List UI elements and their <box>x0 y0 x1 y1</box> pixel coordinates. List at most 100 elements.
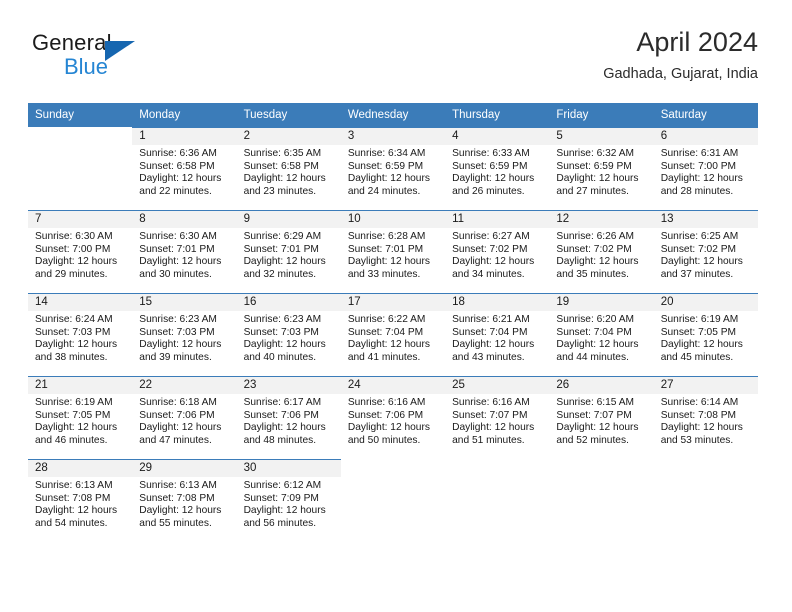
day-number: 14 <box>28 294 133 311</box>
daylight-text-line1: Daylight: 12 hours <box>660 339 743 351</box>
calendar-day-cell[interactable]: 16 Sunrise: 6:23 AM Sunset: 7:03 PM Dayligh… <box>236 293 341 377</box>
page-header: General Blue April 2024 Gadhada, Gujarat… <box>28 26 758 96</box>
daylight-text-line1: Daylight: 12 hours <box>243 173 326 185</box>
calendar-day-cell[interactable]: 27 Sunrise: 6:14 AM Sunset: 7:08 PM Dayligh… <box>653 376 758 460</box>
daylight-text-line1: Daylight: 12 hours <box>556 173 639 185</box>
sunset-text: Sunset: 7:06 PM <box>243 409 319 421</box>
sunset-text: Sunset: 7:07 PM <box>452 409 528 421</box>
sunrise-text: Sunrise: 6:17 AM <box>243 397 322 408</box>
sunrise-text: Sunrise: 6:33 AM <box>452 148 530 159</box>
calendar-day-cell[interactable]: 21 Sunrise: 6:19 AM Sunset: 7:05 PM Dayligh… <box>28 376 133 460</box>
daylight-text-line2: and 35 minutes. <box>556 268 629 280</box>
calendar-day-cell[interactable]: 6 Sunrise: 6:31 AM Sunset: 7:00 PM Daylight… <box>653 127 758 211</box>
calendar-week-row: 14 Sunrise: 6:24 AM Sunset: 7:03 PM Dayligh… <box>28 293 758 377</box>
sunrise-text: Sunrise: 6:19 AM <box>35 397 113 408</box>
sunrise-text: Sunrise: 6:34 AM <box>347 148 426 159</box>
sunset-text: Sunset: 7:03 PM <box>35 326 111 338</box>
sunset-text: Sunset: 7:01 PM <box>243 243 319 255</box>
calendar-week-row: 21 Sunrise: 6:19 AM Sunset: 7:05 PM Dayligh… <box>28 376 758 460</box>
calendar-day-cell[interactable]: 25 Sunrise: 6:16 AM Sunset: 7:07 PM Dayligh… <box>445 376 550 460</box>
sunset-text: Sunset: 7:05 PM <box>660 326 737 338</box>
daylight-text-line1: Daylight: 12 hours <box>452 339 535 351</box>
day-details: Sunrise: 6:23 AM Sunset: 7:03 PM Daylight:… <box>132 311 236 364</box>
sunset-text: Sunset: 7:04 PM <box>347 326 424 338</box>
daylight-text-line1: Daylight: 12 hours <box>35 505 118 517</box>
daylight-text-line2: and 53 minutes. <box>660 434 734 446</box>
calendar-day-cell[interactable]: 1 Sunrise: 6:36 AM Sunset: 6:58 PM Daylight… <box>132 127 237 211</box>
daylight-text-line2: and 51 minutes. <box>452 434 525 446</box>
daylight-text-line1: Daylight: 12 hours <box>452 256 535 268</box>
sunset-text: Sunset: 7:02 PM <box>452 243 528 255</box>
calendar-day-cell[interactable]: 3 Sunrise: 6:34 AM Sunset: 6:59 PM Daylight… <box>340 127 446 211</box>
day-number: 29 <box>132 460 237 477</box>
calendar-day-cell[interactable]: 12 Sunrise: 6:26 AM Sunset: 7:02 PM Dayligh… <box>549 210 654 294</box>
calendar-day-cell[interactable]: 8 Sunrise: 6:30 AM Sunset: 7:01 PM Daylight… <box>132 210 237 294</box>
daylight-text-line2: and 38 minutes. <box>35 351 108 363</box>
day-details: Sunrise: 6:22 AM Sunset: 7:04 PM Daylight:… <box>341 311 445 364</box>
sunset-text: Sunset: 7:01 PM <box>347 243 424 255</box>
calendar-day-cell[interactable]: 17 Sunrise: 6:22 AM Sunset: 7:04 PM Dayligh… <box>340 293 446 377</box>
calendar-day-cell[interactable]: 15 Sunrise: 6:23 AM Sunset: 7:03 PM Dayligh… <box>132 293 237 377</box>
calendar-day-cell[interactable]: 10 Sunrise: 6:28 AM Sunset: 7:01 PM Dayligh… <box>340 210 446 294</box>
daylight-text-line2: and 43 minutes. <box>452 351 525 363</box>
sunset-text: Sunset: 7:05 PM <box>35 409 111 421</box>
day-number: 22 <box>132 377 237 394</box>
daylight-text-line1: Daylight: 12 hours <box>35 256 118 268</box>
calendar-day-cell[interactable]: 2 Sunrise: 6:35 AM Sunset: 6:58 PM Daylight… <box>236 127 341 211</box>
calendar-day-cell[interactable]: 29 Sunrise: 6:13 AM Sunset: 7:08 PM Dayligh… <box>132 459 237 542</box>
day-number <box>340 460 446 477</box>
calendar-day-cell[interactable]: 19 Sunrise: 6:20 AM Sunset: 7:04 PM Dayligh… <box>549 293 654 377</box>
calendar-day-cell[interactable]: 4 Sunrise: 6:33 AM Sunset: 6:59 PM Daylight… <box>445 127 550 211</box>
calendar-day-cell[interactable]: 9 Sunrise: 6:29 AM Sunset: 7:01 PM Daylight… <box>236 210 341 294</box>
sunrise-text: Sunrise: 6:31 AM <box>660 148 739 159</box>
day-number <box>445 460 550 477</box>
daylight-text-line1: Daylight: 12 hours <box>35 422 118 434</box>
daylight-text-line1: Daylight: 12 hours <box>556 256 639 268</box>
calendar-day-cell[interactable]: 18 Sunrise: 6:21 AM Sunset: 7:04 PM Dayligh… <box>445 293 550 377</box>
sunset-text: Sunset: 7:06 PM <box>139 409 215 421</box>
calendar-day-cell[interactable]: 11 Sunrise: 6:27 AM Sunset: 7:02 PM Dayligh… <box>445 210 550 294</box>
sunset-text: Sunset: 7:08 PM <box>139 492 215 504</box>
day-details: Sunrise: 6:21 AM Sunset: 7:04 PM Daylight:… <box>445 311 549 364</box>
calendar-day-cell[interactable]: 23 Sunrise: 6:17 AM Sunset: 7:06 PM Dayligh… <box>236 376 341 460</box>
calendar-day-cell[interactable]: 20 Sunrise: 6:19 AM Sunset: 7:05 PM Dayligh… <box>653 293 758 377</box>
sunrise-text: Sunrise: 6:15 AM <box>556 397 634 408</box>
sunset-text: Sunset: 7:03 PM <box>139 326 215 338</box>
sunrise-text: Sunrise: 6:24 AM <box>35 314 113 325</box>
daylight-text-line2: and 52 minutes. <box>556 434 629 446</box>
calendar-day-cell[interactable]: 24 Sunrise: 6:16 AM Sunset: 7:06 PM Dayligh… <box>340 376 446 460</box>
daylight-text-line2: and 41 minutes. <box>347 351 421 363</box>
daylight-text-line1: Daylight: 12 hours <box>243 339 326 351</box>
calendar-day-cell[interactable]: 14 Sunrise: 6:24 AM Sunset: 7:03 PM Dayligh… <box>28 293 133 377</box>
sunrise-text: Sunrise: 6:35 AM <box>243 148 322 159</box>
calendar-day-cell[interactable]: 13 Sunrise: 6:25 AM Sunset: 7:02 PM Dayligh… <box>653 210 758 294</box>
calendar-day-cell-empty <box>549 459 654 542</box>
sunrise-text: Sunrise: 6:30 AM <box>139 231 217 242</box>
day-number <box>549 460 654 477</box>
sunset-text: Sunset: 7:07 PM <box>556 409 632 421</box>
daylight-text-line2: and 56 minutes. <box>243 517 317 529</box>
calendar-day-cell[interactable]: 5 Sunrise: 6:32 AM Sunset: 6:59 PM Daylight… <box>549 127 654 211</box>
daylight-text-line2: and 32 minutes. <box>243 268 317 280</box>
calendar-day-cell-empty <box>28 127 133 211</box>
day-number: 2 <box>236 128 341 145</box>
day-number: 26 <box>549 377 654 394</box>
calendar-day-cell[interactable]: 28 Sunrise: 6:13 AM Sunset: 7:08 PM Dayligh… <box>28 459 133 542</box>
day-number: 6 <box>653 128 758 145</box>
calendar-container: Sunday Monday Tuesday Wednesday Thursday… <box>28 103 758 542</box>
day-number <box>28 128 133 145</box>
daylight-text-line2: and 34 minutes. <box>452 268 525 280</box>
sunrise-text: Sunrise: 6:19 AM <box>660 314 739 325</box>
general-blue-logo[interactable]: General Blue <box>32 30 192 88</box>
calendar-day-cell[interactable]: 30 Sunrise: 6:12 AM Sunset: 7:09 PM Dayligh… <box>236 459 341 542</box>
day-details: Sunrise: 6:16 AM Sunset: 7:07 PM Daylight:… <box>445 394 549 447</box>
calendar-day-cell[interactable]: 22 Sunrise: 6:18 AM Sunset: 7:06 PM Dayligh… <box>132 376 237 460</box>
sunrise-text: Sunrise: 6:13 AM <box>139 480 217 491</box>
calendar-day-cell[interactable]: 26 Sunrise: 6:15 AM Sunset: 7:07 PM Dayligh… <box>549 376 654 460</box>
sunset-text: Sunset: 7:02 PM <box>556 243 632 255</box>
sunset-text: Sunset: 7:02 PM <box>660 243 737 255</box>
calendar-page: General Blue April 2024 Gadhada, Gujarat… <box>0 0 792 612</box>
calendar-day-cell[interactable]: 7 Sunrise: 6:30 AM Sunset: 7:00 PM Daylight… <box>28 210 133 294</box>
sunrise-text: Sunrise: 6:32 AM <box>556 148 634 159</box>
title-block: April 2024 Gadhada, Gujarat, India <box>603 26 758 83</box>
